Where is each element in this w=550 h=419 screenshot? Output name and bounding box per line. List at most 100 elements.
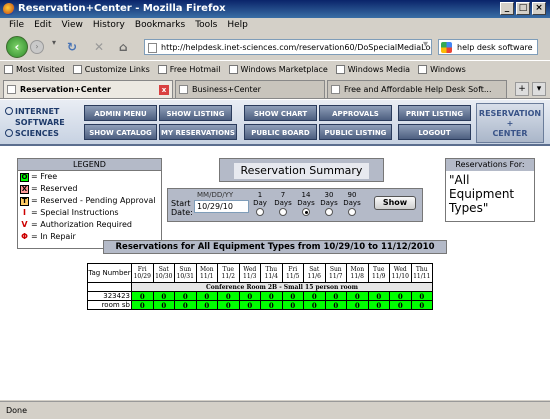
day-header[interactable]: Thu 11/11 (410, 263, 433, 283)
new-tab-button[interactable]: + (515, 82, 529, 96)
free-cell[interactable]: 0 (303, 291, 326, 301)
free-cell[interactable]: 0 (324, 291, 347, 301)
nav-public-listing[interactable]: PUBLIC LISTING (319, 124, 392, 140)
free-cell[interactable]: 0 (195, 300, 218, 310)
menu-bookmarks[interactable]: Bookmarks (130, 18, 190, 34)
back-button[interactable]: ‹ (6, 36, 28, 58)
free-cell[interactable]: 0 (410, 300, 433, 310)
tab-help-desk[interactable]: Free and Affordable Help Desk Soft... (327, 80, 507, 98)
menu-file[interactable]: File (4, 18, 29, 34)
day-header[interactable]: Sat 10/30 (152, 263, 175, 283)
free-cell[interactable]: 0 (152, 291, 175, 301)
tab-business-center[interactable]: Business+Center (175, 80, 325, 98)
bookmark-windows-marketplace[interactable]: Windows Marketplace (228, 65, 328, 74)
menu-history[interactable]: History (88, 18, 130, 34)
free-cell[interactable]: 0 (346, 300, 369, 310)
day-header[interactable]: Sun 11/7 (324, 263, 347, 283)
day-header[interactable]: Sun 10/31 (174, 263, 197, 283)
free-cell[interactable]: 0 (217, 300, 240, 310)
day-header[interactable]: Mon 11/1 (195, 263, 218, 283)
free-cell[interactable]: 0 (152, 300, 175, 310)
free-cell[interactable]: 0 (217, 291, 240, 301)
day-header[interactable]: Tue 11/2 (217, 263, 240, 283)
tab-reservation-center[interactable]: Reservation+Center x (3, 80, 173, 98)
bookmark-star-icon[interactable]: ▾ (423, 39, 428, 50)
radio-90-days[interactable] (348, 208, 356, 216)
day-header[interactable]: Mon 11/8 (346, 263, 369, 283)
option-14-days[interactable]: 14 Days (296, 191, 316, 216)
menu-view[interactable]: View (57, 18, 88, 34)
free-cell[interactable]: 0 (131, 291, 154, 301)
search-box[interactable]: help desk software (438, 39, 538, 55)
nav-show-listing[interactable]: SHOW LISTING (159, 105, 232, 121)
day-header[interactable]: Tue 11/9 (367, 263, 390, 283)
free-cell[interactable]: 0 (260, 300, 283, 310)
site-logo[interactable]: INTERNET SOFTWARE SCIENCES (5, 106, 75, 139)
close-tab-icon[interactable]: x (159, 85, 169, 95)
menu-edit[interactable]: Edit (29, 18, 56, 34)
tag-number[interactable]: room sb (87, 300, 132, 310)
home-icon[interactable]: ⌂ (119, 40, 128, 54)
radio-14-days[interactable] (302, 208, 310, 216)
forward-button[interactable]: › (30, 40, 44, 54)
free-cell[interactable]: 0 (174, 291, 197, 301)
day-header[interactable]: Fri 11/5 (281, 263, 304, 283)
nav-show-chart[interactable]: SHOW CHART (244, 105, 317, 121)
stop-icon[interactable]: ✕ (94, 40, 104, 54)
tab-list-button[interactable]: ▾ (532, 82, 546, 96)
day-header[interactable]: Fri 10/29 (131, 263, 154, 283)
room-label[interactable]: Conference Room 2B - Small 15 person roo… (131, 282, 433, 292)
close-window-button[interactable]: × (532, 2, 546, 15)
free-cell[interactable]: 0 (389, 300, 412, 310)
menu-tools[interactable]: Tools (190, 18, 222, 34)
nav-admin-menu[interactable]: ADMIN MENU (84, 105, 157, 121)
option-90-days[interactable]: 90 Days (342, 191, 362, 216)
bookmark-most-visited[interactable]: Most Visited (4, 65, 65, 74)
free-cell[interactable]: 0 (281, 300, 304, 310)
bookmark-free-hotmail[interactable]: Free Hotmail (157, 65, 221, 74)
free-cell[interactable]: 0 (389, 291, 412, 301)
free-cell[interactable]: 0 (367, 300, 390, 310)
free-cell[interactable]: 0 (410, 291, 433, 301)
bookmark-windows-media[interactable]: Windows Media (335, 65, 410, 74)
nav-public-board[interactable]: PUBLIC BOARD (244, 124, 317, 140)
reload-icon[interactable]: ↻ (67, 40, 77, 54)
bookmark-windows[interactable]: Windows (418, 65, 466, 74)
bookmark-customize-links[interactable]: Customize Links (72, 65, 150, 74)
nav-logout[interactable]: LOGOUT (398, 124, 471, 140)
minimize-button[interactable]: _ (500, 2, 514, 15)
free-cell[interactable]: 0 (346, 291, 369, 301)
free-cell[interactable]: 0 (238, 291, 261, 301)
day-header[interactable]: Thu 11/4 (260, 263, 283, 283)
option-1-day[interactable]: 1Days (250, 191, 270, 216)
day-header[interactable]: Wed 11/3 (238, 263, 261, 283)
option-30-days[interactable]: 30 Days (319, 191, 339, 216)
free-cell[interactable]: 0 (281, 291, 304, 301)
menu-help[interactable]: Help (222, 18, 253, 34)
radio-7-days[interactable] (279, 208, 287, 216)
free-cell[interactable]: 0 (238, 300, 261, 310)
nav-approvals[interactable]: APPROVALS (319, 105, 392, 121)
free-cell[interactable]: 0 (131, 300, 154, 310)
tag-number[interactable]: 323423 (87, 291, 132, 301)
free-cell[interactable]: 0 (195, 291, 218, 301)
reservation-center-brand[interactable]: RESERVATION + CENTER (476, 103, 544, 143)
free-cell[interactable]: 0 (367, 291, 390, 301)
start-date-input[interactable] (194, 200, 249, 213)
nav-print-listing[interactable]: PRINT LISTING (398, 105, 471, 121)
address-bar[interactable]: http://helpdesk.inet-sciences.com/reserv… (144, 39, 432, 55)
nav-show-catalog[interactable]: SHOW CATALOG (84, 124, 157, 140)
option-7-days[interactable]: 7 Days (273, 191, 293, 216)
free-cell[interactable]: 0 (324, 300, 347, 310)
history-dropdown-icon[interactable]: ▾ (52, 38, 56, 47)
free-cell[interactable]: 0 (260, 291, 283, 301)
free-cell[interactable]: 0 (303, 300, 326, 310)
show-button[interactable]: Show (374, 196, 416, 210)
day-header[interactable]: Sat 11/6 (303, 263, 326, 283)
nav-my-reservations[interactable]: MY RESERVATIONS (159, 124, 237, 140)
radio-30-days[interactable] (325, 208, 333, 216)
day-header[interactable]: Wed 11/10 (389, 263, 412, 283)
free-cell[interactable]: 0 (174, 300, 197, 310)
radio-1-day[interactable] (256, 208, 264, 216)
maximize-button[interactable]: □ (516, 2, 530, 15)
